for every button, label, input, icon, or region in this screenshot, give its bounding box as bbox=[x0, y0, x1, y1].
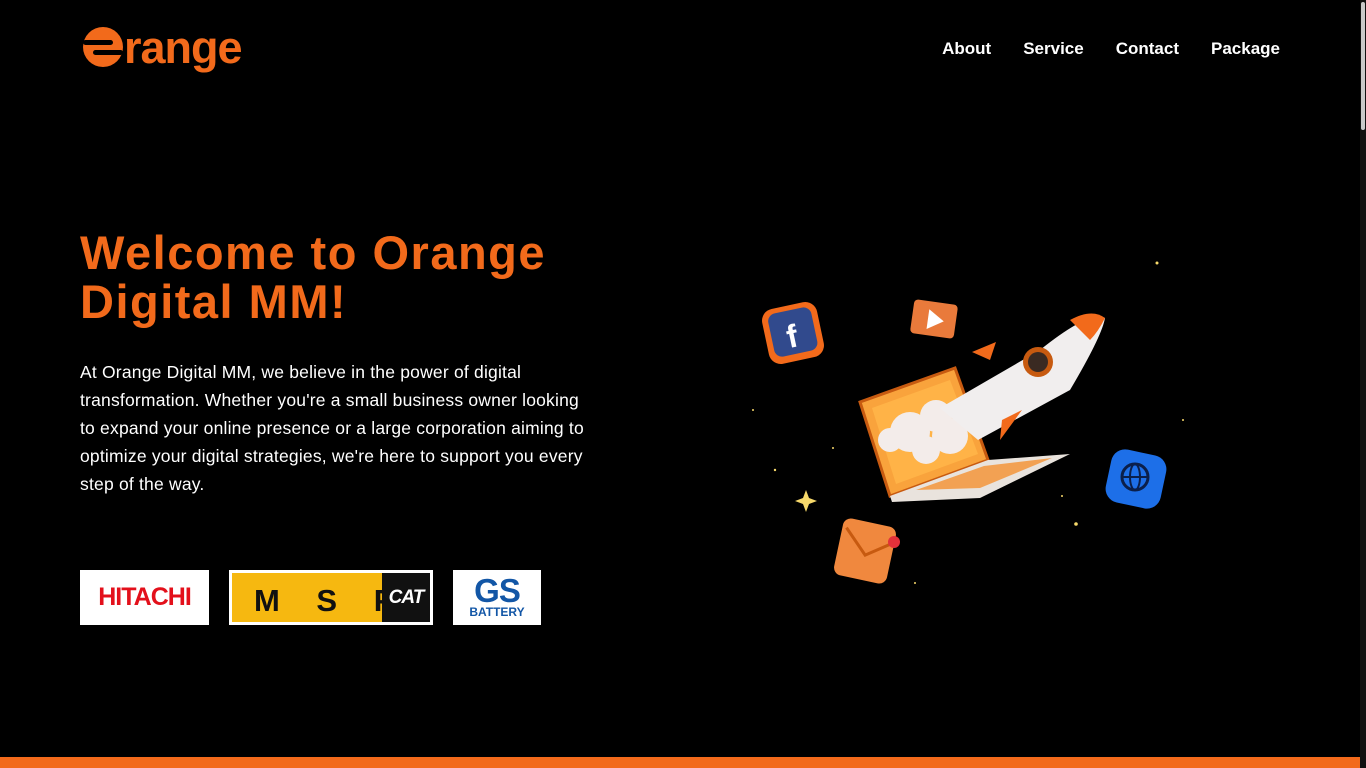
orange-logo-mark-icon bbox=[80, 22, 126, 68]
main-nav: About Service Contact Package bbox=[942, 38, 1280, 60]
cat-badge: CAT bbox=[382, 573, 430, 622]
logo[interactable]: range bbox=[80, 18, 260, 72]
hero-title: Welcome to Orange Digital MM! bbox=[80, 226, 547, 328]
nav-contact[interactable]: Contact bbox=[1116, 38, 1179, 60]
nav-about[interactable]: About bbox=[942, 38, 991, 60]
scrollbar-thumb[interactable] bbox=[1361, 2, 1365, 130]
cat-wordmark: CAT bbox=[388, 586, 425, 608]
video-icon bbox=[910, 299, 958, 339]
msp-cat-logo: M S P CAT bbox=[229, 570, 433, 625]
mail-icon bbox=[834, 518, 900, 584]
gs-battery-logo: GS BATTERY bbox=[453, 570, 541, 625]
bottom-accent-bar bbox=[0, 757, 1366, 768]
rocket-icon bbox=[940, 313, 1105, 440]
gs-wordmark: GS bbox=[474, 572, 521, 609]
nav-service[interactable]: Service bbox=[1023, 38, 1084, 60]
facebook-icon: f bbox=[762, 302, 824, 364]
hero-illustration: f bbox=[740, 240, 1200, 600]
logo-text: range bbox=[124, 21, 243, 73]
msp-panel: M S P CAT bbox=[232, 573, 430, 622]
nav-package[interactable]: Package bbox=[1211, 38, 1280, 60]
hitachi-logo: HITACHI bbox=[80, 570, 209, 625]
hero-description: At Orange Digital MM, we believe in the … bbox=[80, 362, 584, 494]
gs-battery-text: BATTERY bbox=[469, 605, 525, 619]
hitachi-wordmark: HITACHI bbox=[98, 583, 192, 611]
scrollbar[interactable] bbox=[1360, 0, 1366, 768]
globe-icon bbox=[1105, 449, 1167, 509]
